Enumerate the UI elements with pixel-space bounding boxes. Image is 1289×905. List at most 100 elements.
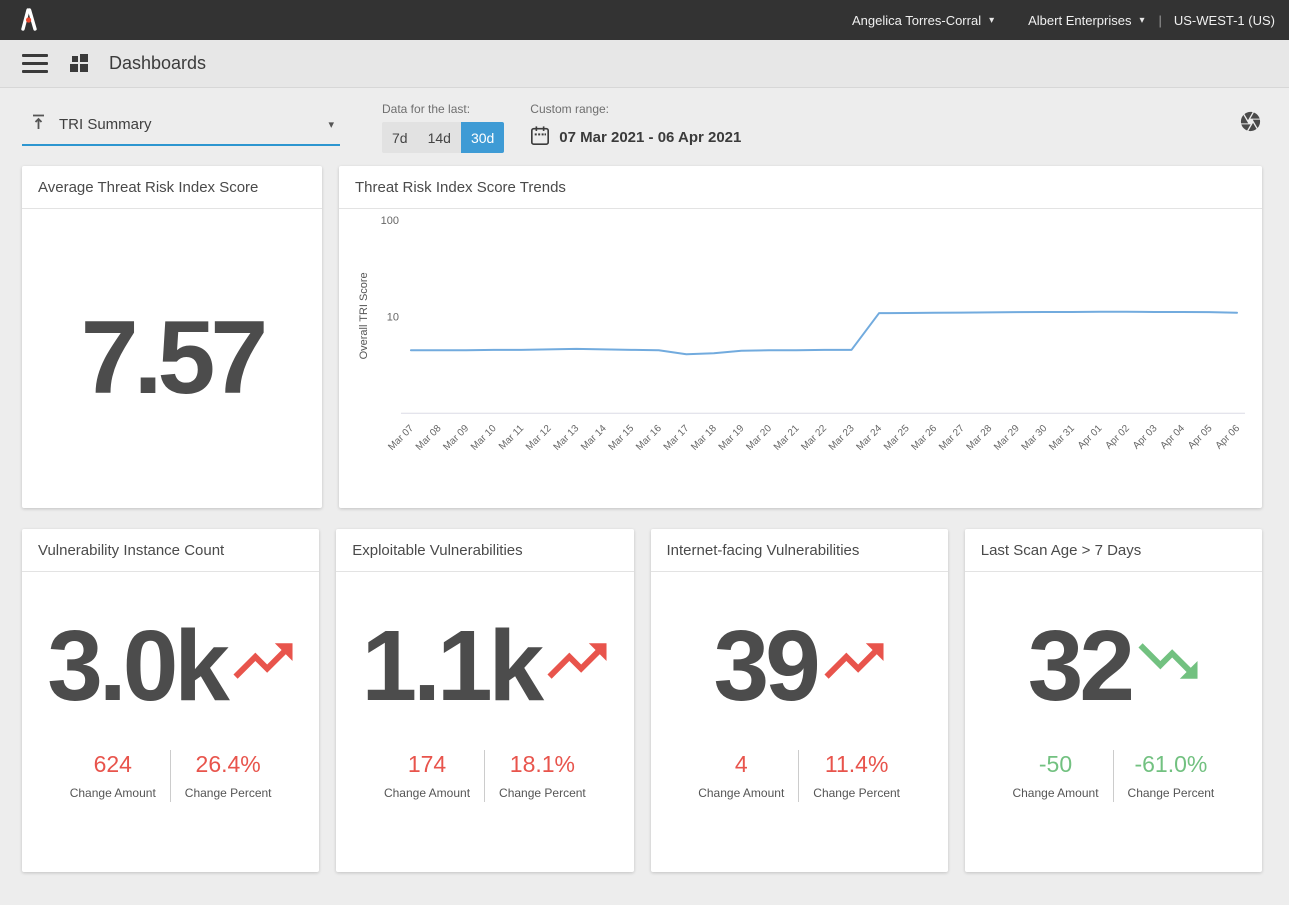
svg-text:Mar 25: Mar 25: [882, 423, 912, 453]
filter-icon: [30, 112, 47, 136]
svg-text:10: 10: [387, 311, 399, 323]
snapshot-shutter-icon[interactable]: [1239, 110, 1262, 138]
trending-down-icon: [1137, 640, 1199, 682]
calendar-icon: [530, 125, 550, 151]
svg-text:Apr 03: Apr 03: [1131, 423, 1160, 452]
svg-text:Apr 06: Apr 06: [1214, 423, 1243, 452]
brand-logo-icon[interactable]: [14, 3, 42, 38]
range-group: Data for the last: 7d 14d 30d: [382, 102, 504, 153]
dashboard-content: Average Threat Risk Index Score 7.57 Thr…: [0, 153, 1289, 872]
stat-body: 39 4 Change Amount 11.4% Change Percent: [651, 572, 948, 872]
svg-text:Mar 28: Mar 28: [965, 423, 995, 453]
svg-text:Mar 18: Mar 18: [689, 423, 719, 453]
svg-text:Mar 21: Mar 21: [772, 423, 802, 453]
svg-text:Mar 22: Mar 22: [799, 423, 829, 453]
change-amount-value: 4: [698, 751, 784, 778]
menu-icon[interactable]: [22, 54, 48, 73]
svg-text:100: 100: [381, 215, 399, 227]
svg-text:Mar 23: Mar 23: [827, 423, 857, 453]
dashboard-select-value: TRI Summary: [59, 116, 316, 133]
svg-text:Mar 11: Mar 11: [497, 423, 527, 453]
svg-text:Mar 09: Mar 09: [441, 423, 471, 453]
stat-value: 3.0k: [47, 609, 226, 724]
user-name: Angelica Torres-Corral: [852, 13, 981, 28]
change-amount-value: 174: [384, 751, 470, 778]
change-amount-label: Change Amount: [384, 786, 470, 800]
stat-card-exploitable-vulnerabilities: Exploitable Vulnerabilities 1.1k 174 Cha…: [336, 529, 633, 872]
trending-up-icon: [823, 640, 885, 682]
svg-text:Mar 07: Mar 07: [386, 423, 416, 453]
change-percent-value: 26.4%: [185, 751, 272, 778]
dashboard-select[interactable]: TRI Summary ▾: [22, 106, 340, 146]
dashboards-grid-icon[interactable]: [70, 54, 89, 73]
stat-value: 1.1k: [362, 609, 541, 724]
change-percent-label: Change Percent: [499, 786, 586, 800]
change-amount-value: 624: [70, 751, 156, 778]
svg-text:Apr 02: Apr 02: [1103, 423, 1132, 452]
separator: |: [1158, 13, 1161, 28]
custom-range-value: 07 Mar 2021 - 06 Apr 2021: [559, 129, 741, 146]
svg-text:Apr 05: Apr 05: [1186, 423, 1215, 452]
user-menu[interactable]: Angelica Torres-Corral ▾: [852, 13, 994, 28]
svg-text:Mar 12: Mar 12: [524, 423, 554, 453]
custom-range-group: Custom range: 07 Mar 2021 - 06 Apr 2021: [530, 102, 741, 153]
stat-body: 3.0k 624 Change Amount 26.4% Change Perc…: [22, 572, 319, 872]
card-title: Exploitable Vulnerabilities: [336, 529, 633, 572]
range-7d-button[interactable]: 7d: [382, 122, 418, 153]
svg-text:Mar 16: Mar 16: [634, 423, 664, 453]
card-title: Threat Risk Index Score Trends: [339, 166, 1262, 209]
change-percent-value: 18.1%: [499, 751, 586, 778]
range-14d-button[interactable]: 14d: [418, 122, 461, 153]
svg-text:Mar 29: Mar 29: [992, 423, 1022, 453]
svg-text:Mar 26: Mar 26: [910, 423, 940, 453]
svg-text:Mar 14: Mar 14: [579, 423, 609, 453]
topbar: Angelica Torres-Corral ▾ Albert Enterpri…: [0, 0, 1289, 40]
card-title: Last Scan Age > 7 Days: [965, 529, 1262, 572]
card-title: Average Threat Risk Index Score: [22, 166, 322, 209]
change-amount-value: -50: [1012, 751, 1098, 778]
stat-body: 1.1k 174 Change Amount 18.1% Change Perc…: [336, 572, 633, 872]
custom-range-label: Custom range:: [530, 102, 741, 116]
region-label: US-WEST-1 (US): [1174, 13, 1275, 28]
range-30d-button[interactable]: 30d: [461, 122, 504, 153]
change-percent-label: Change Percent: [1128, 786, 1215, 800]
tri-trend-chart-svg: 10 100 Overall TRI Score Mar 07Mar 08Mar 09…: [355, 209, 1246, 509]
svg-text:Mar 31: Mar 31: [1047, 423, 1077, 453]
stat-card-vulnerability-instance-count: Vulnerability Instance Count 3.0k 624 Ch…: [22, 529, 319, 872]
svg-text:Apr 01: Apr 01: [1076, 423, 1105, 452]
change-amount-label: Change Amount: [698, 786, 784, 800]
range-buttons: 7d 14d 30d: [382, 122, 504, 153]
svg-text:Mar 17: Mar 17: [662, 423, 692, 453]
trend-chart-body: 10 100 Overall TRI Score Mar 07Mar 08Mar 09…: [339, 209, 1262, 509]
svg-text:Mar 08: Mar 08: [414, 423, 444, 453]
change-percent-value: 11.4%: [813, 751, 900, 778]
custom-range-picker[interactable]: 07 Mar 2021 - 06 Apr 2021: [530, 122, 741, 153]
svg-text:Mar 24: Mar 24: [854, 423, 884, 453]
change-percent-value: -61.0%: [1128, 751, 1215, 778]
range-label: Data for the last:: [382, 102, 504, 116]
svg-text:Mar 13: Mar 13: [552, 423, 582, 453]
stat-card-last-scan-age: Last Scan Age > 7 Days 32 -50 Change Amo…: [965, 529, 1262, 872]
svg-text:Mar 20: Mar 20: [744, 423, 774, 453]
average-score-card: Average Threat Risk Index Score 7.57: [22, 166, 322, 508]
change-percent-label: Change Percent: [185, 786, 272, 800]
svg-text:Apr 04: Apr 04: [1159, 423, 1188, 452]
chevron-down-icon: ▾: [328, 118, 336, 131]
trending-up-icon: [546, 640, 608, 682]
svg-text:Mar 19: Mar 19: [717, 423, 747, 453]
svg-text:Overall TRI Score: Overall TRI Score: [358, 272, 370, 359]
svg-text:Mar 30: Mar 30: [1020, 423, 1050, 453]
trend-chart-card: Threat Risk Index Score Trends 10 100 Over…: [339, 166, 1262, 508]
account-name: Albert Enterprises: [1028, 13, 1131, 28]
change-percent-label: Change Percent: [813, 786, 900, 800]
stat-card-internet-facing-vulnerabilities: Internet-facing Vulnerabilities 39 4 Cha…: [651, 529, 948, 872]
svg-text:Mar 10: Mar 10: [469, 423, 499, 453]
change-amount-label: Change Amount: [1012, 786, 1098, 800]
average-score-body: 7.57: [22, 209, 322, 508]
account-menu[interactable]: Albert Enterprises ▾: [1028, 13, 1144, 28]
svg-text:Mar 15: Mar 15: [607, 423, 637, 453]
average-score-value: 7.57: [81, 299, 263, 418]
chevron-down-icon: ▾: [989, 15, 994, 26]
svg-text:Mar 27: Mar 27: [937, 423, 967, 453]
filter-row: TRI Summary ▾ Data for the last: 7d 14d …: [0, 88, 1289, 153]
